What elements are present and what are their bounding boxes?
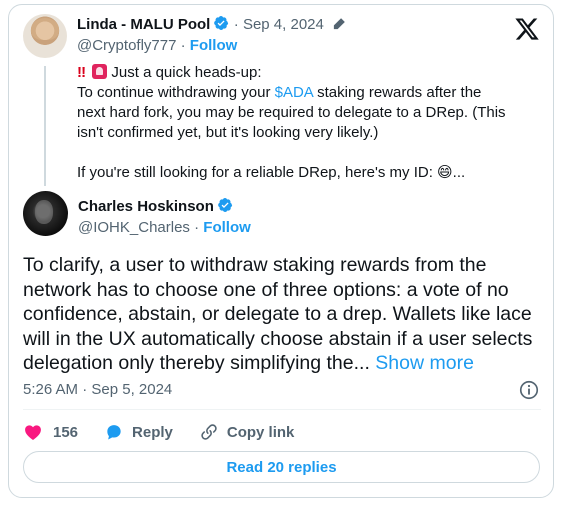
quoted-line-1: Just a quick heads-up: [111,64,262,81]
main-handle[interactable]: @IOHK_Charles [78,219,190,236]
quoted-line-3: If you're still looking for a reliable D… [77,164,466,181]
quoted-date[interactable]: Sep 4, 2024 [243,16,324,33]
link-icon [201,424,217,440]
heart-icon [25,425,41,440]
quoted-handle-row: @Cryptofly777 · Follow [77,37,238,54]
verified-badge-icon [214,16,229,30]
quoted-author-name[interactable]: Linda - MALU Pool [77,16,210,33]
action-bar: 156 Reply Copy link [23,420,320,444]
main-handle-row: @IOHK_Charles · Follow [78,219,251,236]
main-follow-button[interactable]: Follow [203,219,251,236]
quoted-author-avatar[interactable] [23,14,67,58]
reply-bubble-icon [107,425,121,440]
quoted-tweet-text[interactable]: ‼ Just a quick heads-up: To continue wit… [77,63,507,183]
divider [23,409,541,410]
quoted-line-2-prefix: To continue withdrawing your [77,84,275,101]
read-replies-button[interactable]: Read 20 replies [23,451,540,483]
tweet-timestamp[interactable]: 5:26 AM · Sep 5, 2024 [23,381,172,398]
quoted-follow-button[interactable]: Follow [190,37,238,54]
reply-button[interactable]: Reply [104,422,173,442]
like-button[interactable]: 156 [23,422,78,442]
quoted-header: Linda - MALU Pool · Sep 4, 2024 [77,15,347,34]
edit-icon [334,18,346,30]
x-logo-icon[interactable] [514,16,540,42]
main-header: Charles Hoskinson [78,197,233,216]
info-icon[interactable] [518,379,540,401]
reply-label: Reply [132,423,173,441]
like-count: 156 [53,423,79,441]
ada-cashtag-link[interactable]: $ADA [275,84,313,101]
show-more-link[interactable]: Show more [375,352,474,374]
siren-emoji-icon [92,64,108,79]
thread-connector-line [44,66,46,186]
copy-link-button[interactable]: Copy link [199,422,295,442]
copy-link-label: Copy link [226,423,295,441]
quoted-handle[interactable]: @Cryptofly777 [77,37,176,54]
double-exclamation-emoji-icon: ‼ [77,64,87,81]
main-author-avatar[interactable] [23,191,68,236]
main-author-name[interactable]: Charles Hoskinson [78,198,214,215]
main-tweet-text[interactable]: To clarify, a user to withdraw staking r… [23,253,543,376]
verified-badge-icon [218,198,233,212]
